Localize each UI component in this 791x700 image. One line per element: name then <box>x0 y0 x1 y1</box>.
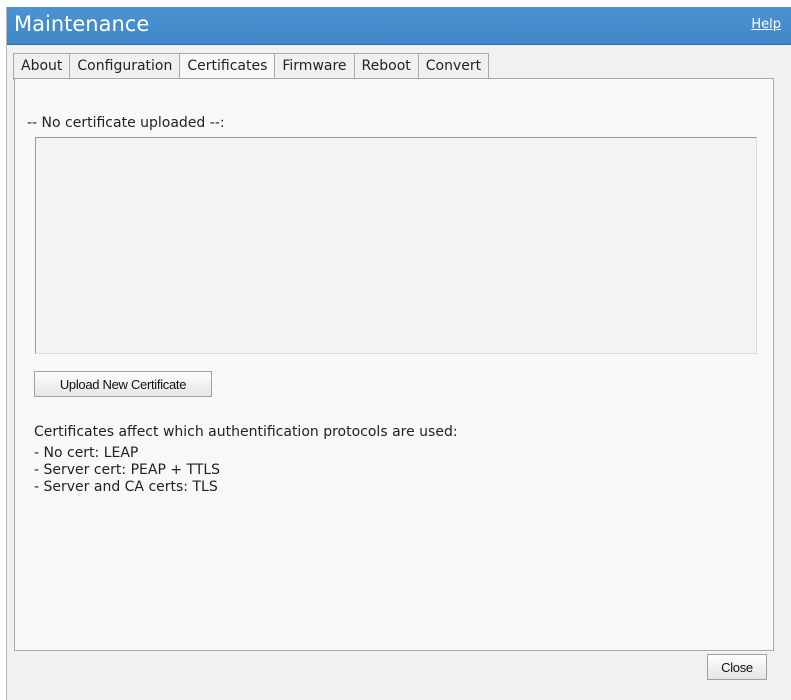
tab-bar: About Configuration Certificates Firmwar… <box>13 53 490 80</box>
tab-about[interactable]: About <box>14 54 71 79</box>
info-heading: Certificates affect which authentificati… <box>34 424 458 440</box>
certificate-textarea[interactable] <box>35 137 757 354</box>
upload-certificate-button[interactable]: Upload New Certificate <box>34 371 212 397</box>
tab-convert[interactable]: Convert <box>418 54 490 79</box>
tab-configuration[interactable]: Configuration <box>70 54 181 79</box>
title-bar: Maintenance Help <box>7 7 791 45</box>
certificates-panel: -- No certificate uploaded --: Upload Ne… <box>14 78 774 651</box>
close-button[interactable]: Close <box>707 654 767 680</box>
dialog-title: Maintenance <box>14 12 150 36</box>
info-item-no-cert: - No cert: LEAP <box>34 445 139 461</box>
tab-certificates[interactable]: Certificates <box>180 54 276 80</box>
help-link[interactable]: Help <box>751 17 781 32</box>
info-item-server-cert: - Server cert: PEAP + TTLS <box>34 462 221 478</box>
certificate-info: Certificates affect which authentificati… <box>34 424 458 496</box>
tab-firmware[interactable]: Firmware <box>275 54 355 79</box>
info-item-server-ca-certs: - Server and CA certs: TLS <box>34 479 218 495</box>
tab-reboot[interactable]: Reboot <box>354 54 419 79</box>
certificate-status-label: -- No certificate uploaded --: <box>27 115 225 131</box>
